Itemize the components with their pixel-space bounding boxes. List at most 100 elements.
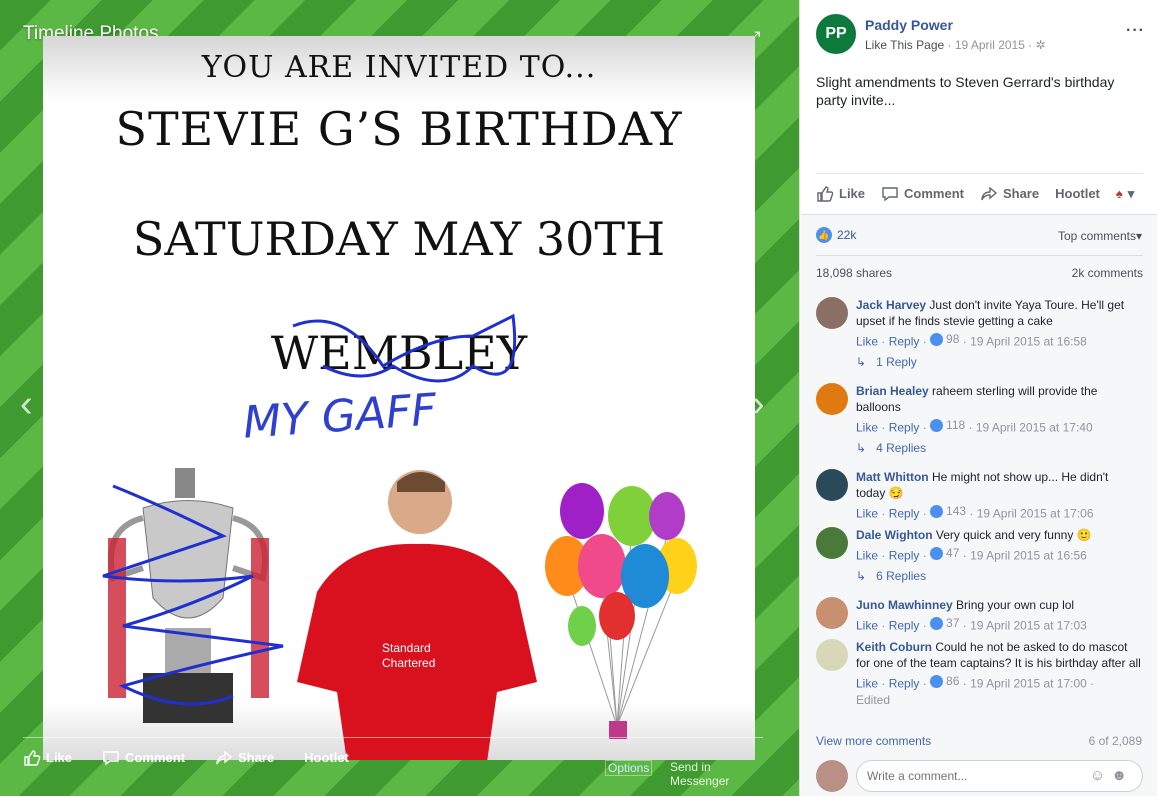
options-link[interactable]: Options (605, 760, 653, 776)
comment-time[interactable]: 19 April 2015 at 17:03 (970, 619, 1087, 633)
commenter-name[interactable]: Juno Mawhinney (856, 598, 953, 612)
reaction-selector[interactable]: ♠ ▾ (1116, 186, 1134, 202)
replies-label: 6 Replies (876, 569, 927, 583)
sort-comments-dropdown[interactable]: Top comments▾ (1058, 229, 1142, 243)
post-actions: Like Comment Share Hootlet ♠ ▾ (816, 173, 1143, 213)
commenter-name[interactable]: Brian Healey (856, 384, 929, 398)
viewer-comment-button[interactable]: Comment (102, 749, 185, 767)
commenter-name[interactable]: Keith Coburn (856, 640, 932, 654)
thumbs-up-icon (24, 749, 41, 766)
avatar[interactable] (816, 597, 848, 629)
avatar[interactable] (816, 469, 848, 501)
post-meta: Like This Page · 19 April 2015 · ✲ (865, 38, 1046, 52)
comment-text: Bring your own cup lol (956, 598, 1075, 612)
viewer-comment-label: Comment (125, 750, 185, 765)
shares-count[interactable]: 18,098 shares (816, 266, 892, 280)
like-reaction-icon: 👍 (816, 227, 832, 243)
replies-label: 4 Replies (876, 441, 927, 455)
comment-label: Comment (904, 186, 964, 201)
sticker-icon[interactable]: ☻ (1111, 767, 1133, 784)
comment-time[interactable]: 19 April 2015 at 17:00 (970, 677, 1087, 691)
comment-icon (882, 186, 898, 201)
like-bubble-icon (930, 546, 944, 560)
avatar[interactable] (816, 383, 848, 415)
view-replies-link[interactable]: ↳ 1 Reply (856, 355, 917, 369)
view-more-comments-link[interactable]: View more comments (816, 734, 931, 748)
comment-button[interactable]: Comment (881, 185, 964, 203)
comment-reply-link[interactable]: Reply (889, 677, 920, 691)
comment-reply-link[interactable]: Reply (889, 507, 920, 521)
comment-reply-link[interactable]: Reply (889, 421, 920, 435)
reactions-count: 22k (837, 228, 857, 242)
like-bubble-icon (930, 674, 944, 688)
comment-like-link[interactable]: Like (856, 335, 878, 349)
comment-like-count[interactable]: 37 (946, 615, 959, 631)
comment-like-count[interactable]: 47 (946, 545, 959, 561)
photo-viewer: Timeline Photos ⤢ ‹ › YOU ARE INVITED TO… (0, 0, 799, 796)
viewer-hootlet-button[interactable]: Hootlet (304, 750, 349, 765)
hootlet-label: Hootlet (1055, 186, 1100, 201)
comment-time[interactable]: 19 April 2015 at 17:06 (977, 507, 1094, 521)
comment-reply-link[interactable]: Reply (889, 335, 920, 349)
reactions-row[interactable]: 👍 22k (816, 227, 856, 243)
page-avatar[interactable]: PP (816, 14, 856, 54)
owl-icon: ♠ (1115, 186, 1123, 201)
post-date[interactable]: 19 April 2015 (955, 38, 1025, 52)
comment-like-count[interactable]: 118 (946, 417, 965, 433)
viewer-like-label: Like (46, 750, 73, 765)
commenter-name[interactable]: Matt Whitton (856, 470, 929, 484)
comment-composer: ☺☻ (816, 757, 1143, 795)
avatar[interactable] (816, 639, 848, 671)
chevron-down-icon: ▾ (1127, 185, 1135, 201)
view-replies-link[interactable]: ↳ 4 Replies (856, 441, 926, 455)
comment-like-link[interactable]: Like (856, 619, 878, 633)
comment-like-count[interactable]: 86 (946, 673, 959, 689)
viewer-share-button[interactable]: Share (215, 749, 274, 767)
viewer-action-bar: Like Comment Share Hootlet Options Send … (23, 737, 763, 788)
avatar (816, 760, 848, 792)
share-icon (216, 750, 233, 764)
viewer-hootlet-label: Hootlet (304, 750, 349, 765)
like-label: Like (839, 186, 866, 201)
thumbs-up-icon (817, 185, 834, 202)
edited-label[interactable]: Edited (856, 693, 890, 707)
comments-count[interactable]: 2k comments (1072, 266, 1143, 280)
comment-like-link[interactable]: Like (856, 677, 878, 691)
comment-like-link[interactable]: Like (856, 507, 878, 521)
commenter-name[interactable]: Dale Wighton (856, 528, 933, 542)
like-bubble-icon (930, 504, 944, 518)
page-name-link[interactable]: Paddy Power (865, 17, 953, 33)
hootlet-button[interactable]: Hootlet (1055, 186, 1100, 201)
shares-row: 18,098 shares 2k comments (816, 255, 1143, 280)
avatar[interactable] (816, 527, 848, 559)
send-in-messenger-link[interactable]: Send in Messenger (670, 760, 763, 788)
prev-arrow-icon[interactable]: ‹ (20, 383, 33, 426)
scribble-overlay (102, 313, 517, 706)
comment-time[interactable]: 19 April 2015 at 16:56 (970, 549, 1087, 563)
like-page-link[interactable]: Like This Page (865, 38, 944, 52)
like-bubble-icon (930, 418, 944, 432)
viewer-like-button[interactable]: Like (23, 749, 72, 767)
share-button[interactable]: Share (980, 185, 1039, 203)
globe-icon: ✲ (1035, 38, 1046, 52)
share-label: Share (1002, 186, 1040, 201)
comment-like-count[interactable]: 143 (946, 503, 966, 519)
comment-like-link[interactable]: Like (856, 421, 878, 435)
like-button[interactable]: Like (816, 185, 865, 203)
comment-like-link[interactable]: Like (856, 549, 878, 563)
view-replies-link[interactable]: ↳ 6 Replies (856, 569, 926, 583)
replies-label: 1 Reply (876, 355, 917, 369)
like-bubble-icon (930, 616, 944, 630)
more-options-icon[interactable]: ··· (1126, 22, 1145, 40)
comment-time[interactable]: 19 April 2015 at 17:40 (976, 421, 1093, 435)
commenter-name[interactable]: Jack Harvey (856, 298, 926, 312)
comment-like-count[interactable]: 98 (946, 331, 959, 347)
comment-pagination: 6 of 2,089 (1088, 734, 1142, 748)
post-text: Slight amendments to Steven Gerrard's bi… (816, 74, 1115, 108)
comment-reply-link[interactable]: Reply (889, 549, 920, 563)
comment-reply-link[interactable]: Reply (889, 619, 920, 633)
avatar[interactable] (816, 297, 848, 329)
comment-text: Very quick and very funny 🙂 (935, 528, 1092, 542)
comment-time[interactable]: 19 April 2015 at 16:58 (970, 335, 1087, 349)
emoji-icon[interactable]: ☺ (1090, 767, 1111, 784)
